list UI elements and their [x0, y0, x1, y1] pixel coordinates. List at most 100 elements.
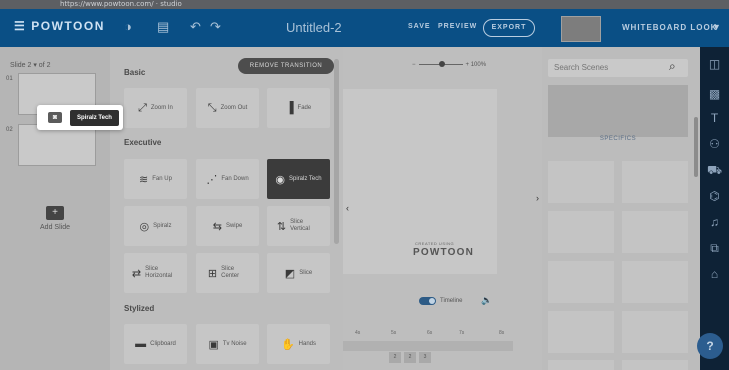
- help-button[interactable]: ?: [697, 333, 723, 359]
- scene-thumbnail[interactable]: [622, 161, 688, 203]
- tv-noise-icon: ▣: [208, 338, 219, 351]
- scene-thumbnail[interactable]: [548, 360, 614, 370]
- document-title[interactable]: Untitled-2: [286, 20, 342, 35]
- timeline-label: Timeline: [440, 298, 463, 304]
- media-icon[interactable]: ⧉: [700, 241, 729, 256]
- scene-thumbnail[interactable]: [548, 311, 614, 353]
- transition-zoom-out[interactable]: ⤡ Zoom Out: [196, 88, 259, 128]
- timeline-ruler: 4s 5s 6s 7s 8s: [355, 330, 505, 336]
- scene-thumbnail[interactable]: [622, 211, 688, 253]
- zoom-slider[interactable]: [418, 60, 463, 67]
- transition-tv-noise[interactable]: ▣ Tv Noise: [196, 324, 259, 364]
- speaker-icon[interactable]: 🔈: [481, 295, 492, 306]
- add-slide-icon[interactable]: +: [46, 206, 64, 220]
- created-using-label: CREATED USING: [415, 241, 455, 246]
- slice-vertical-icon: ⇅: [276, 220, 287, 233]
- transition-zoom-in[interactable]: ⤢ Zoom In: [124, 88, 187, 128]
- spiralz-icon: ◎: [139, 220, 150, 233]
- zoom-out-icon: ⤡: [207, 101, 217, 114]
- scene-thumbnail[interactable]: [622, 360, 688, 370]
- add-slide-button[interactable]: Add Slide: [0, 224, 110, 231]
- powtoon-watermark: POWTOON: [413, 247, 474, 258]
- app-frame: https://www.powtoon.com/ · studio ☰ POWT…: [0, 0, 729, 370]
- scene-thumbnail[interactable]: [548, 211, 614, 253]
- transition-slice-center[interactable]: ⊞ Slice Center: [196, 253, 259, 293]
- layers-icon[interactable]: ▤: [157, 19, 169, 35]
- scene-thumbnail[interactable]: [548, 261, 614, 303]
- preview-button[interactable]: PREVIEW: [438, 23, 477, 30]
- top-toolbar: ☰ POWTOON ◑ ▤ ↶ ↷ Untitled-2 SAVE PREVIE…: [0, 9, 729, 47]
- page-marker[interactable]: 2: [389, 352, 401, 363]
- slide-thumbnail-2[interactable]: [18, 124, 96, 166]
- style-thumbnail[interactable]: [561, 16, 601, 42]
- slide-canvas[interactable]: CREATED USING POWTOON: [343, 89, 497, 274]
- powtoon-logo[interactable]: ☰ POWTOON: [14, 19, 105, 33]
- scenes-scrollbar[interactable]: [694, 117, 698, 177]
- timeline-track[interactable]: [343, 341, 513, 351]
- transition-swipe[interactable]: ⇆ Swipe: [196, 206, 259, 246]
- shapes-icon[interactable]: ⌬: [700, 189, 729, 203]
- transitions-scrollbar[interactable]: [334, 59, 339, 244]
- scenes-icon[interactable]: ◫: [700, 57, 729, 71]
- browser-address-bar: https://www.powtoon.com/ · studio: [0, 0, 729, 9]
- transition-slice-vertical[interactable]: ⇅ Slice Vertical: [267, 206, 330, 246]
- transition-fan-down[interactable]: ⋰ Fan Down: [196, 159, 259, 199]
- section-title: Executive: [124, 138, 162, 147]
- transitions-panel: Basic REMOVE TRANSITION ⤢ Zoom In ⤡ Zoom…: [110, 47, 343, 370]
- tooltip-label: Spiralz Tech: [70, 110, 119, 126]
- characters-icon[interactable]: ⚇: [700, 137, 729, 151]
- redo-icon[interactable]: ↷: [210, 19, 221, 35]
- chevron-left-icon[interactable]: ‹: [346, 203, 349, 213]
- timeline-toggle[interactable]: [419, 297, 436, 305]
- remove-transition-button[interactable]: REMOVE TRANSITION: [238, 58, 334, 74]
- transition-slice-horizontal[interactable]: ⇄ Slice Horizontal: [124, 253, 187, 293]
- export-button[interactable]: EXPORT: [483, 19, 535, 37]
- menu-icon[interactable]: ☰: [14, 19, 26, 33]
- logo-text: POWTOON: [31, 19, 105, 33]
- chevron-down-icon[interactable]: ▼: [712, 22, 721, 32]
- undo-icon[interactable]: ↶: [190, 19, 201, 35]
- page-marker[interactable]: 2: [404, 352, 416, 363]
- zoom-in-icon[interactable]: +: [466, 62, 470, 68]
- zoom-control[interactable]: − + 100%: [412, 60, 487, 68]
- slides-panel: Slide 2 ▾ of 2 01 02 + Add Slide: [0, 47, 110, 370]
- style-look-label[interactable]: WHITEBOARD LOOK: [622, 23, 717, 32]
- search-scenes-input[interactable]: [548, 59, 688, 77]
- page-marker[interactable]: 3: [419, 352, 431, 363]
- palette-icon[interactable]: ◑: [124, 19, 132, 34]
- zoom-out-icon[interactable]: −: [412, 62, 416, 68]
- search-icon[interactable]: ⌕: [669, 59, 676, 74]
- transition-spiralz[interactable]: ◎ Spiralz: [124, 206, 187, 246]
- transition-spiralz-tech[interactable]: ◉ Spiralz Tech: [267, 159, 330, 199]
- specifics-label: SPECIFICS: [599, 136, 637, 142]
- music-icon[interactable]: ♫: [700, 215, 729, 229]
- props-icon[interactable]: ⛟: [700, 163, 729, 179]
- background-icon[interactable]: ▩: [700, 87, 729, 101]
- text-icon[interactable]: T: [700, 111, 729, 125]
- hands-icon: ✋: [280, 338, 295, 351]
- transition-hands[interactable]: ✋ Hands: [267, 324, 330, 364]
- transition-fan-up[interactable]: ≋ Fan Up: [124, 159, 187, 199]
- specials-icon[interactable]: ⌂: [700, 267, 729, 281]
- zoom-level: 100%: [470, 62, 487, 68]
- canvas-area: − + 100% CREATED USING POWTOON ‹ › Timeli…: [343, 47, 542, 370]
- specifics-banner[interactable]: [548, 85, 688, 137]
- zoom-slider-handle[interactable]: [438, 60, 445, 67]
- right-toolbar: ◫ ▩ T ⚇ ⛟ ⌬ ♫ ⧉ ⌂: [700, 47, 729, 370]
- slide-counter[interactable]: Slide 2 ▾ of 2: [10, 61, 50, 69]
- transition-clipboard[interactable]: ▬ Clipboard: [124, 324, 187, 364]
- section-title: Stylized: [124, 304, 155, 313]
- scene-thumbnail[interactable]: [548, 161, 614, 203]
- scene-thumbnail[interactable]: [622, 261, 688, 303]
- slice-icon: ◩: [284, 267, 296, 280]
- chevron-right-icon[interactable]: ›: [536, 193, 539, 203]
- timeline-pages: 2 2 3: [389, 352, 431, 363]
- transition-slice[interactable]: ◩ Slice: [267, 253, 330, 293]
- transition-fade[interactable]: ▐ Fade: [267, 88, 330, 128]
- scenes-panel: ⌕ SPECIFICS: [542, 47, 700, 370]
- swipe-icon: ⇆: [212, 220, 222, 233]
- save-button[interactable]: SAVE: [408, 23, 431, 30]
- fan-up-icon: ≋: [139, 173, 149, 186]
- scene-thumbnail[interactable]: [622, 311, 688, 353]
- transition-icon: ◙: [48, 112, 62, 123]
